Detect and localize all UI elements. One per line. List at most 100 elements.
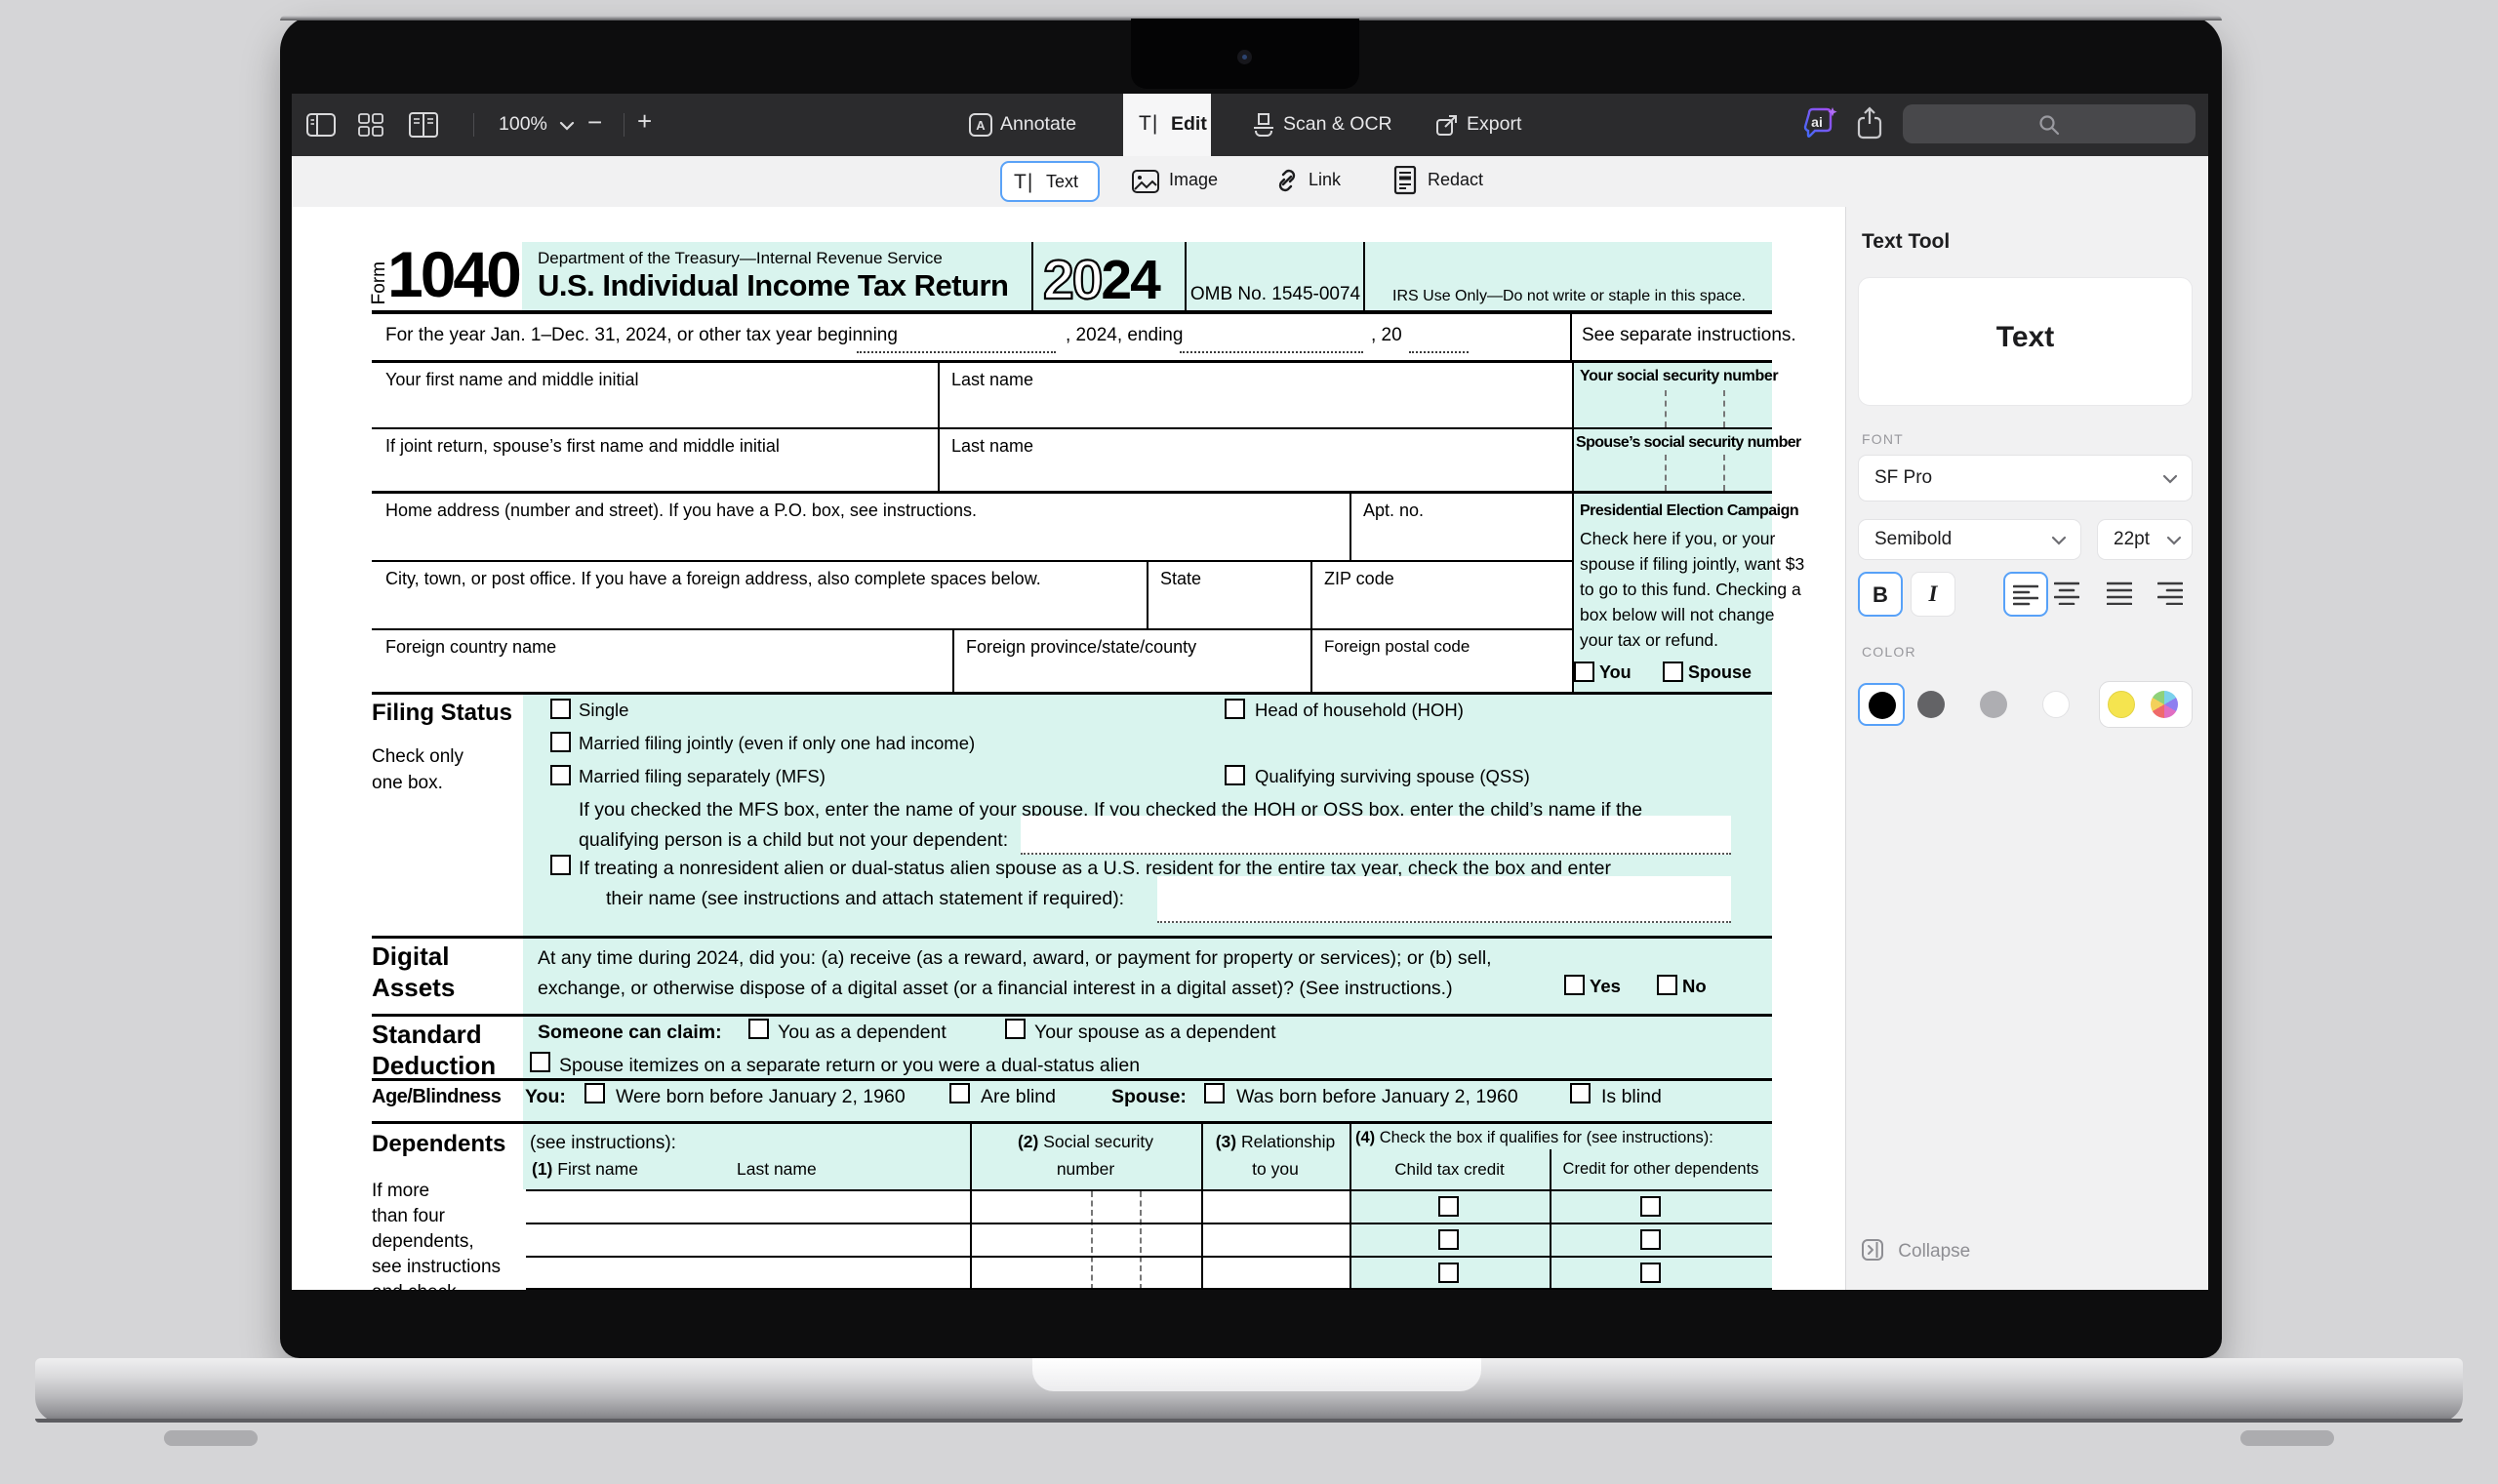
chevron-down-icon [2162, 474, 2178, 484]
tool-text-button[interactable]: T| Text [1000, 161, 1100, 202]
campaign-spouse-checkbox[interactable] [1663, 662, 1683, 682]
digital-assets-heading: Assets [372, 972, 455, 1004]
spouse-itemizes-label: Spouse itemizes on a separate return or … [559, 1054, 1140, 1077]
digital-yes-checkbox[interactable] [1564, 975, 1585, 995]
align-justify-icon[interactable] [2107, 582, 2132, 605]
tool-link-label[interactable]: Link [1309, 170, 1341, 190]
search-input[interactable] [1903, 104, 2196, 143]
tool-text-label: Text [1046, 172, 1078, 192]
font-family-select[interactable]: SF Pro [1858, 455, 2193, 501]
tool-image-label[interactable]: Image [1169, 170, 1218, 190]
claim-spouse-label: Your spouse as a dependent [1034, 1021, 1276, 1044]
dep3-odc-checkbox[interactable] [1640, 1263, 1661, 1283]
dep1-odc-checkbox[interactable] [1640, 1196, 1661, 1217]
dep-col3-header: (3) Relationship [1201, 1132, 1350, 1153]
claim-you-checkbox[interactable] [748, 1019, 769, 1039]
zoom-in-button[interactable]: + [637, 108, 652, 134]
claim-spouse-checkbox[interactable] [1005, 1019, 1026, 1039]
divider [372, 628, 1572, 630]
color-yellow-swatch[interactable] [2108, 691, 2135, 718]
nra-checkbox[interactable] [550, 855, 571, 875]
align-center-icon[interactable] [2054, 582, 2079, 605]
document-viewer[interactable]: Form 1040 Department of the Treasury—Int… [292, 207, 1845, 1290]
qss-checkbox[interactable] [1225, 765, 1245, 785]
you-born-checkbox[interactable] [584, 1083, 605, 1103]
tab-annotate[interactable]: Annotate [1000, 113, 1076, 136]
spouse-first-name-label: If joint return, spouse’s first name and… [385, 435, 780, 458]
dep3-ctc-checkbox[interactable] [1438, 1263, 1459, 1283]
align-right-icon[interactable] [2157, 582, 2183, 605]
bold-button[interactable]: B [1858, 572, 1903, 617]
ai-assistant-icon[interactable]: ai [1799, 105, 1840, 144]
digital-no-checkbox[interactable] [1657, 975, 1677, 995]
mfj-checkbox[interactable] [550, 732, 571, 752]
collapse-button[interactable]: Collapse [1862, 1239, 1970, 1263]
thumbnails-view-icon[interactable] [358, 113, 383, 137]
italic-button[interactable]: I [1911, 572, 1955, 617]
campaign-you-checkbox[interactable] [1574, 662, 1594, 682]
digital-assets-text: exchange, or otherwise dispose of a digi… [538, 977, 1453, 1000]
annotate-icon[interactable]: A [969, 113, 992, 137]
laptop-screen-frame: 100% − + A Annotate T| Edit [280, 16, 2222, 1358]
redact-tool-icon[interactable] [1393, 166, 1417, 195]
tax-year-begin-field[interactable] [857, 328, 1056, 353]
svg-text:A: A [976, 118, 986, 133]
color-darkgray-swatch[interactable] [1917, 691, 1945, 718]
divider [1550, 1149, 1551, 1290]
qualifying-person-field[interactable] [1021, 816, 1731, 855]
form-1040-page: Form 1040 Department of the Treasury—Int… [372, 242, 1772, 1290]
nra-name-field[interactable] [1157, 876, 1731, 923]
dep2-odc-checkbox[interactable] [1640, 1229, 1661, 1250]
zoom-level[interactable]: 100% [499, 113, 547, 136]
color-black-swatch[interactable] [1858, 683, 1905, 726]
form-title: U.S. Individual Income Tax Return [538, 267, 1008, 305]
divider [372, 360, 1772, 363]
tab-export[interactable]: Export [1467, 113, 1521, 136]
link-tool-icon[interactable] [1273, 167, 1301, 194]
align-left-button[interactable] [2003, 572, 2048, 617]
tool-redact-label[interactable]: Redact [1428, 170, 1483, 190]
mfs-label: Married filing separately (MFS) [579, 765, 826, 787]
divider [526, 1189, 1772, 1191]
text-tool-glyph-icon: T| [1014, 171, 1033, 194]
single-checkbox[interactable] [550, 699, 571, 719]
divider [372, 427, 1772, 429]
sidebar-toggle-icon[interactable] [306, 113, 336, 137]
dep1-ctc-checkbox[interactable] [1438, 1196, 1459, 1217]
spouse-ssn-label: Spouse’s social security number [1576, 433, 1801, 453]
filing-status-heading: Filing Status [372, 699, 512, 728]
divider [372, 1078, 1772, 1081]
zoom-out-button[interactable]: − [587, 109, 602, 135]
tab-scan-ocr[interactable]: Scan & OCR [1283, 113, 1392, 136]
you-born-label: Were born before January 2, 1960 [616, 1085, 906, 1108]
spouse-born-checkbox[interactable] [1204, 1083, 1225, 1103]
dep2-ctc-checkbox[interactable] [1438, 1229, 1459, 1250]
font-weight-select[interactable]: Semibold [1858, 519, 2081, 560]
color-wheel-swatch[interactable] [2151, 691, 2178, 718]
share-icon[interactable] [1855, 106, 1884, 141]
divider [372, 692, 1772, 695]
color-white-swatch[interactable] [2042, 691, 2070, 718]
tax-year-20-field[interactable] [1409, 328, 1469, 353]
scan-ocr-icon[interactable] [1252, 112, 1275, 138]
image-tool-icon[interactable] [1132, 170, 1159, 193]
divider [1185, 242, 1187, 310]
tab-edit[interactable]: T| Edit [1123, 94, 1211, 156]
zip-label: ZIP code [1324, 568, 1394, 590]
mfs-checkbox[interactable] [550, 765, 571, 785]
zoom-chevron-down-icon[interactable] [559, 121, 575, 131]
color-lightgray-swatch[interactable] [1980, 691, 2007, 718]
tax-year-end-field[interactable] [1180, 328, 1363, 353]
font-size-select[interactable]: 22pt [2097, 519, 2193, 560]
hoh-checkbox[interactable] [1225, 699, 1245, 719]
laptop-foot [2240, 1430, 2334, 1446]
presidential-line: your tax or refund. [1580, 630, 1718, 652]
spouse-itemizes-checkbox[interactable] [530, 1052, 550, 1072]
two-page-view-icon[interactable] [409, 112, 438, 138]
spouse-blind-checkbox[interactable] [1570, 1083, 1591, 1103]
dep-col2-header: (2) Social security [970, 1132, 1201, 1153]
year-row-text: For the year Jan. 1–Dec. 31, 2024, or ot… [385, 324, 898, 347]
export-icon[interactable] [1435, 113, 1459, 137]
you-blind-checkbox[interactable] [949, 1083, 970, 1103]
divider [526, 1288, 1772, 1290]
